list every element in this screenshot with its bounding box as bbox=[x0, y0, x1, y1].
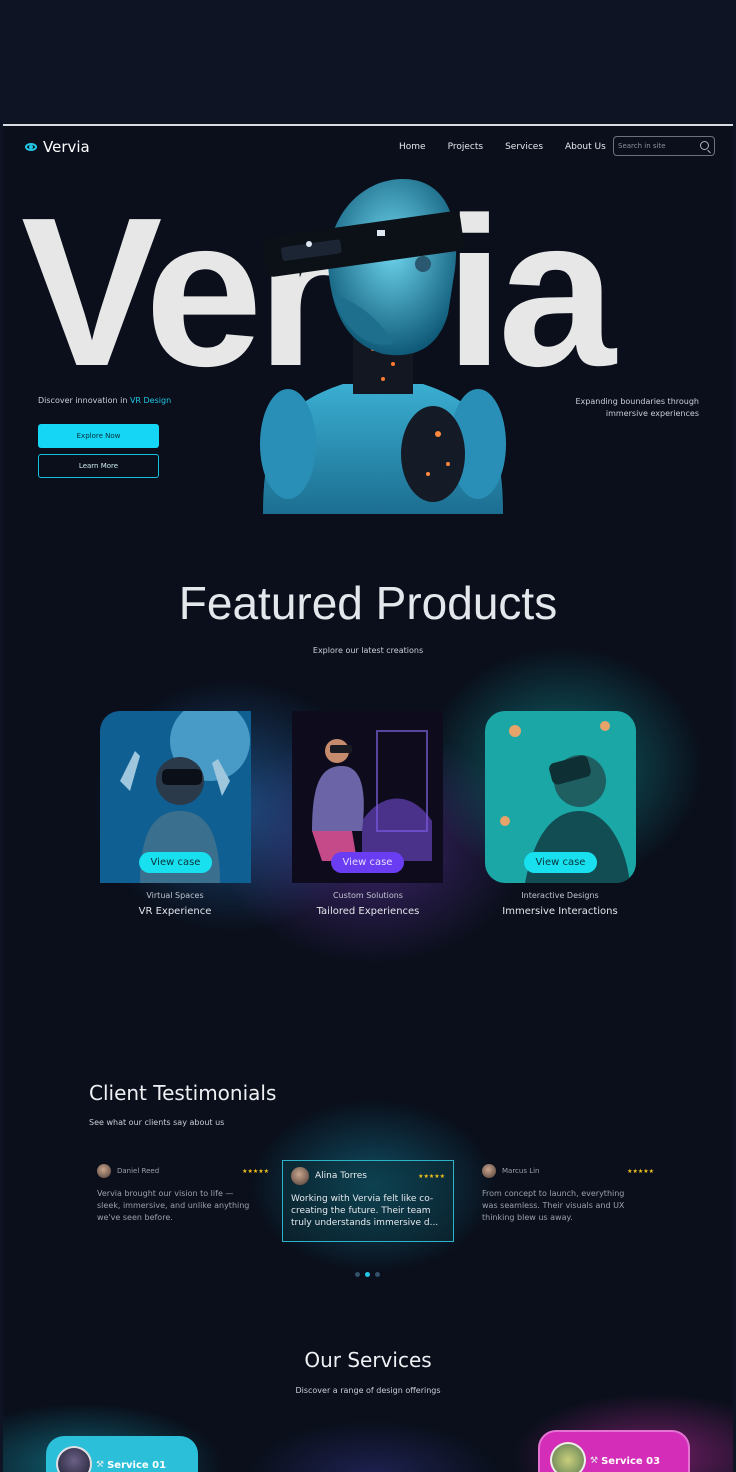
services-subtitle: Discover a range of design offerings bbox=[295, 1386, 441, 1395]
hero-tagline: Discover innovation in VR Design bbox=[38, 396, 171, 405]
services-title: Our Services bbox=[304, 1348, 432, 1372]
view-case-button[interactable]: View case bbox=[523, 852, 598, 873]
service-name: Service 03 bbox=[601, 1456, 661, 1467]
hero-right-line2: immersive experiences bbox=[605, 409, 699, 418]
brand-name: Vervia bbox=[43, 138, 90, 156]
featured-subtitle: Explore our latest creations bbox=[312, 646, 424, 655]
card-category: Virtual Spaces bbox=[146, 891, 204, 900]
testimonials-subtitle: See what our clients say about us bbox=[89, 1118, 225, 1127]
carousel-dot[interactable] bbox=[355, 1272, 360, 1277]
carousel-dot[interactable] bbox=[375, 1272, 380, 1277]
testimonial-line: From concept to launch, everything bbox=[482, 1189, 625, 1198]
page-frame: Vervia Home Projects Services About Us S… bbox=[3, 124, 733, 1472]
view-case-button[interactable]: View case bbox=[138, 852, 213, 873]
star-rating: ★★★★★ bbox=[242, 1167, 269, 1175]
service-card-01[interactable]: ⚒ Service 01 bbox=[46, 1436, 198, 1472]
vr-robot-image bbox=[260, 179, 506, 514]
testimonial-header: Marcus Lin ★★★★★ bbox=[482, 1164, 654, 1178]
hero-tagline-accent[interactable]: VR Design bbox=[130, 396, 171, 405]
service-image bbox=[550, 1442, 586, 1472]
service-card-03[interactable]: ⚒ Service 03 bbox=[538, 1430, 690, 1472]
testimonial-header: Daniel Reed ★★★★★ bbox=[97, 1164, 269, 1178]
testimonial-card-active[interactable]: Alina Torres ★★★★★ Working with Vervia f… bbox=[282, 1160, 454, 1242]
testimonial-line: thinking blew us away. bbox=[482, 1213, 573, 1222]
card-category: Custom Solutions bbox=[333, 891, 403, 900]
avatar bbox=[291, 1167, 309, 1185]
avatar bbox=[97, 1164, 111, 1178]
featured-title: Featured Products bbox=[178, 577, 558, 629]
product-card-tailored-experiences[interactable]: View case bbox=[292, 711, 443, 883]
testimonial-header: Alina Torres ★★★★★ bbox=[291, 1167, 445, 1185]
service-label: ⚒ Service 01 bbox=[96, 1460, 166, 1471]
testimonials-title: Client Testimonials bbox=[89, 1081, 277, 1105]
testimonial-line: sleek, immersive, and unlike anything bbox=[97, 1201, 250, 1210]
hero-right-line1: Expanding boundaries through bbox=[575, 397, 699, 406]
hero-tagline-text: Discover innovation in bbox=[38, 396, 130, 405]
view-case-button[interactable]: View case bbox=[330, 852, 405, 873]
nav-home[interactable]: Home bbox=[399, 142, 426, 152]
search-placeholder: Search in site bbox=[618, 142, 666, 150]
tools-icon: ⚒ bbox=[590, 1456, 599, 1466]
testimonial-card[interactable]: Daniel Reed ★★★★★ Vervia brought our vis… bbox=[97, 1164, 269, 1224]
testimonial-line: truly understands immersive d... bbox=[291, 1218, 439, 1228]
client-name: Marcus Lin bbox=[502, 1167, 540, 1175]
learn-more-button[interactable]: Learn More bbox=[38, 454, 159, 478]
nav-projects[interactable]: Projects bbox=[448, 142, 483, 152]
top-band bbox=[0, 0, 736, 122]
nav-services[interactable]: Services bbox=[505, 142, 543, 152]
client-name: Alina Torres bbox=[315, 1171, 367, 1181]
service-name: Service 01 bbox=[107, 1460, 167, 1471]
card-category: Interactive Designs bbox=[521, 891, 599, 900]
card-name: Tailored Experiences bbox=[316, 906, 420, 917]
service-label: ⚒ Service 03 bbox=[590, 1456, 660, 1467]
testimonial-line: we've seen before. bbox=[97, 1213, 173, 1222]
tools-icon: ⚒ bbox=[96, 1460, 105, 1470]
explore-now-button[interactable]: Explore Now bbox=[38, 424, 159, 448]
client-name: Daniel Reed bbox=[117, 1167, 160, 1175]
service-image bbox=[56, 1446, 92, 1472]
main-nav: Home Projects Services About Us bbox=[399, 142, 606, 152]
nav-about-us[interactable]: About Us bbox=[565, 142, 606, 152]
testimonial-text: From concept to launch, everything was s… bbox=[482, 1188, 654, 1224]
product-card-immersive-interactions[interactable]: View case bbox=[485, 711, 636, 883]
carousel-dots bbox=[355, 1272, 380, 1277]
eye-icon bbox=[25, 143, 37, 151]
testimonial-text: Vervia brought our vision to life — slee… bbox=[97, 1188, 269, 1224]
testimonial-card[interactable]: Marcus Lin ★★★★★ From concept to launch,… bbox=[482, 1164, 654, 1224]
testimonial-text: Working with Vervia felt like co- creati… bbox=[291, 1193, 445, 1229]
product-card-vr-experience[interactable]: View case bbox=[100, 711, 251, 883]
card-name: VR Experience bbox=[138, 906, 212, 917]
search-input[interactable]: Search in site bbox=[613, 136, 715, 156]
hero-right-text: Expanding boundaries through immersive e… bbox=[549, 396, 699, 420]
star-rating: ★★★★★ bbox=[627, 1167, 654, 1175]
brand-logo[interactable]: Vervia bbox=[25, 138, 90, 156]
card-name: Immersive Interactions bbox=[502, 906, 618, 917]
search-icon[interactable] bbox=[700, 141, 709, 150]
carousel-dot-active[interactable] bbox=[365, 1272, 370, 1277]
testimonial-line: was seamless. Their visuals and UX bbox=[482, 1201, 625, 1210]
testimonial-line: Vervia brought our vision to life — bbox=[97, 1189, 234, 1198]
avatar bbox=[482, 1164, 496, 1178]
star-rating: ★★★★★ bbox=[418, 1172, 445, 1180]
testimonial-line: Working with Vervia felt like co- bbox=[291, 1194, 434, 1204]
testimonial-line: creating the future. Their team bbox=[291, 1206, 431, 1216]
